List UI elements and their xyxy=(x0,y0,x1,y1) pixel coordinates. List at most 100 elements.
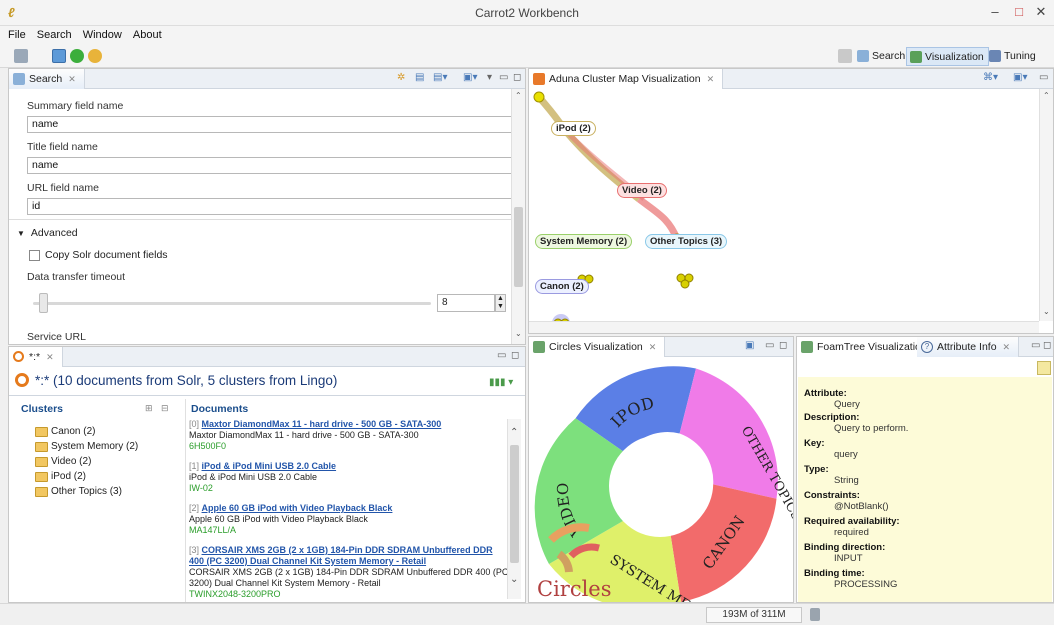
document-item[interactable]: [1] iPod & iPod Mini USB 2.0 Cable iPod … xyxy=(189,461,509,494)
layout-menu-icon[interactable]: ⌘▾ xyxy=(983,72,998,83)
collapse-arrow-icon: ▼ xyxy=(17,229,25,238)
minimize-view-icon[interactable]: ▭ xyxy=(499,72,508,83)
close-tab-icon[interactable]: ✕ xyxy=(68,74,76,84)
run-icon[interactable] xyxy=(70,49,84,63)
perspective-visualization[interactable]: Visualization xyxy=(906,47,989,66)
close-button[interactable]: ✕ xyxy=(1030,2,1052,22)
layout-icon[interactable]: ▤ xyxy=(415,72,424,83)
document-item[interactable]: [0] Maxtor DiamondMax 11 - hard drive - … xyxy=(189,419,509,452)
minimize-view-icon[interactable]: ▭ xyxy=(765,340,774,351)
maximize-view-icon[interactable]: ◻ xyxy=(511,350,519,361)
title-bar: ℓ Carrot2 Workbench – □ ✕ xyxy=(0,0,1054,26)
document-item[interactable]: [2] Apple 60 GB iPod with Video Playback… xyxy=(189,503,509,536)
document-title-link[interactable]: Apple 60 GB iPod with Video Playback Bla… xyxy=(202,503,393,513)
close-tab-icon[interactable]: ✕ xyxy=(707,74,715,84)
cluster-map-graph[interactable] xyxy=(529,89,1039,329)
tab-results[interactable]: *:* ✕ xyxy=(9,347,63,367)
cluster-item-system-memory[interactable]: System Memory (2) xyxy=(35,440,138,454)
attribute-attribute: Attribute: Query xyxy=(804,388,860,410)
close-tab-icon[interactable]: ✕ xyxy=(649,342,657,352)
maximize-view-icon[interactable]: ◻ xyxy=(513,72,521,83)
document-title-link[interactable]: Maxtor DiamondMax 11 - hard drive - 500 … xyxy=(202,419,442,429)
scroll-down-icon[interactable]: ⌄ xyxy=(1043,307,1050,316)
search-process-icon[interactable] xyxy=(52,49,66,63)
menu-window[interactable]: Window xyxy=(83,26,122,44)
save-image-icon[interactable]: ▣▾ xyxy=(1013,72,1027,83)
cluster-item-canon[interactable]: Canon (2) xyxy=(35,425,95,439)
search-panel-scrollbar[interactable]: ⌃ ⌄ xyxy=(511,89,525,344)
document-node[interactable] xyxy=(680,279,690,289)
attribute-required-availability: Required availability: required xyxy=(804,516,900,538)
search-panel-tabbar: Search ✕ ✲ ▤ ▤▾ ▣▾ ▾ ▭ ◻ xyxy=(9,69,525,89)
minimize-view-icon[interactable]: ▭ xyxy=(1031,340,1040,351)
garbage-collect-icon[interactable] xyxy=(810,608,820,621)
result-circle-icon xyxy=(13,351,24,362)
tab-foamtree[interactable]: FoamTree Visualization xyxy=(797,337,935,357)
layout-menu-icon[interactable]: ▤▾ xyxy=(433,72,447,83)
maximize-view-icon[interactable]: ◻ xyxy=(1043,340,1051,351)
scroll-down-icon[interactable]: ⌄ xyxy=(515,329,522,338)
cluster-node-canon[interactable]: Canon (2) xyxy=(535,279,589,294)
copy-fields-checkbox[interactable] xyxy=(29,250,40,261)
timeout-spinner-input[interactable]: 8 xyxy=(437,294,495,312)
attribute-constraints: Constraints: @NotBlank() xyxy=(804,490,889,512)
document-title-link[interactable]: CORSAIR XMS 2GB (2 x 1GB) 184-Pin DDR SD… xyxy=(189,545,493,566)
scroll-down-icon[interactable]: ⌄ xyxy=(510,574,518,585)
benchmark-icon[interactable] xyxy=(88,49,102,63)
url-field-input[interactable]: id xyxy=(27,198,515,215)
open-perspective-icon[interactable] xyxy=(838,49,852,63)
expand-all-icon[interactable]: ⊞ xyxy=(145,403,153,414)
cluster-item-ipod[interactable]: iPod (2) xyxy=(35,470,86,484)
tab-attribute-info[interactable]: ? Attribute Info ✕ xyxy=(917,337,1020,357)
circles-chart[interactable]: IPOD OTHER TOPICS CANON SYSTEM MEMORY VI… xyxy=(529,358,793,602)
document-node[interactable] xyxy=(533,91,545,103)
minimize-button[interactable]: – xyxy=(984,2,1006,22)
spinner-arrows-icon[interactable]: ▲ ▼ xyxy=(495,294,506,312)
save-image-icon[interactable]: ▣ xyxy=(745,340,754,351)
scrollbar-thumb[interactable] xyxy=(514,207,523,287)
menu-about[interactable]: About xyxy=(133,26,162,44)
cluster-item-video[interactable]: Video (2) xyxy=(35,455,91,469)
collapse-all-icon[interactable]: ⊟ xyxy=(161,403,169,414)
documents-scrollbar[interactable]: ⌃ ⌄ xyxy=(507,419,521,599)
timeout-slider-thumb[interactable] xyxy=(39,293,48,313)
restore-icon[interactable]: ✲ xyxy=(397,72,405,83)
maximize-button[interactable]: □ xyxy=(1008,2,1030,22)
divider xyxy=(9,219,512,220)
close-tab-icon[interactable]: ✕ xyxy=(1003,342,1011,352)
scroll-up-icon[interactable]: ⌃ xyxy=(1043,91,1050,100)
maximize-view-icon[interactable]: ◻ xyxy=(779,340,787,351)
aduna-vertical-scrollbar[interactable]: ⌃ ⌄ xyxy=(1039,89,1053,321)
results-menu-icon[interactable]: ▮▮▮ ▾ xyxy=(489,377,513,388)
close-tab-icon[interactable]: ✕ xyxy=(46,352,54,362)
folder-icon xyxy=(35,472,48,482)
results-panel: *:* ✕ ▭ ◻ *:* (10 documents from Solr, 5 … xyxy=(8,346,526,603)
cluster-node-other-topics[interactable]: Other Topics (3) xyxy=(645,234,728,249)
scrollbar-thumb[interactable] xyxy=(510,445,519,563)
save-attributes-icon[interactable]: ▣▾ xyxy=(463,72,477,83)
aduna-horizontal-scrollbar[interactable] xyxy=(529,321,1039,333)
view-menu-icon[interactable]: ▾ xyxy=(487,72,492,83)
perspective-tuning[interactable]: Tuning xyxy=(986,47,1040,66)
menu-search[interactable]: Search xyxy=(37,26,72,44)
perspective-search[interactable]: Search xyxy=(854,47,909,66)
cluster-item-other-topics[interactable]: Other Topics (3) xyxy=(35,485,122,499)
scroll-up-icon[interactable]: ⌃ xyxy=(510,427,518,438)
scroll-up-icon[interactable]: ⌃ xyxy=(515,91,522,100)
document-title-link[interactable]: iPod & iPod Mini USB 2.0 Cable xyxy=(202,461,337,471)
summary-field-input[interactable]: name xyxy=(27,116,515,133)
minimize-view-icon[interactable]: ▭ xyxy=(497,350,506,361)
minimize-view-icon[interactable]: ▭ xyxy=(1039,72,1048,83)
document-item[interactable]: [3] CORSAIR XMS 2GB (2 x 1GB) 184-Pin DD… xyxy=(189,545,509,600)
cluster-node-video[interactable]: Video (2) xyxy=(617,183,667,198)
cluster-node-ipod[interactable]: iPod (2) xyxy=(551,121,596,136)
menu-file[interactable]: File xyxy=(8,26,26,44)
save-icon[interactable] xyxy=(14,49,28,63)
advanced-section-toggle[interactable]: ▼ Advanced xyxy=(17,227,78,239)
tab-aduna[interactable]: Aduna Cluster Map Visualization ✕ xyxy=(529,69,724,89)
tab-circles[interactable]: Circles Visualization ✕ xyxy=(529,337,666,357)
tab-search[interactable]: Search ✕ xyxy=(9,69,85,89)
attribute-link-icon[interactable] xyxy=(1037,361,1051,375)
cluster-node-system-memory[interactable]: System Memory (2) xyxy=(535,234,633,249)
title-field-input[interactable]: name xyxy=(27,157,515,174)
